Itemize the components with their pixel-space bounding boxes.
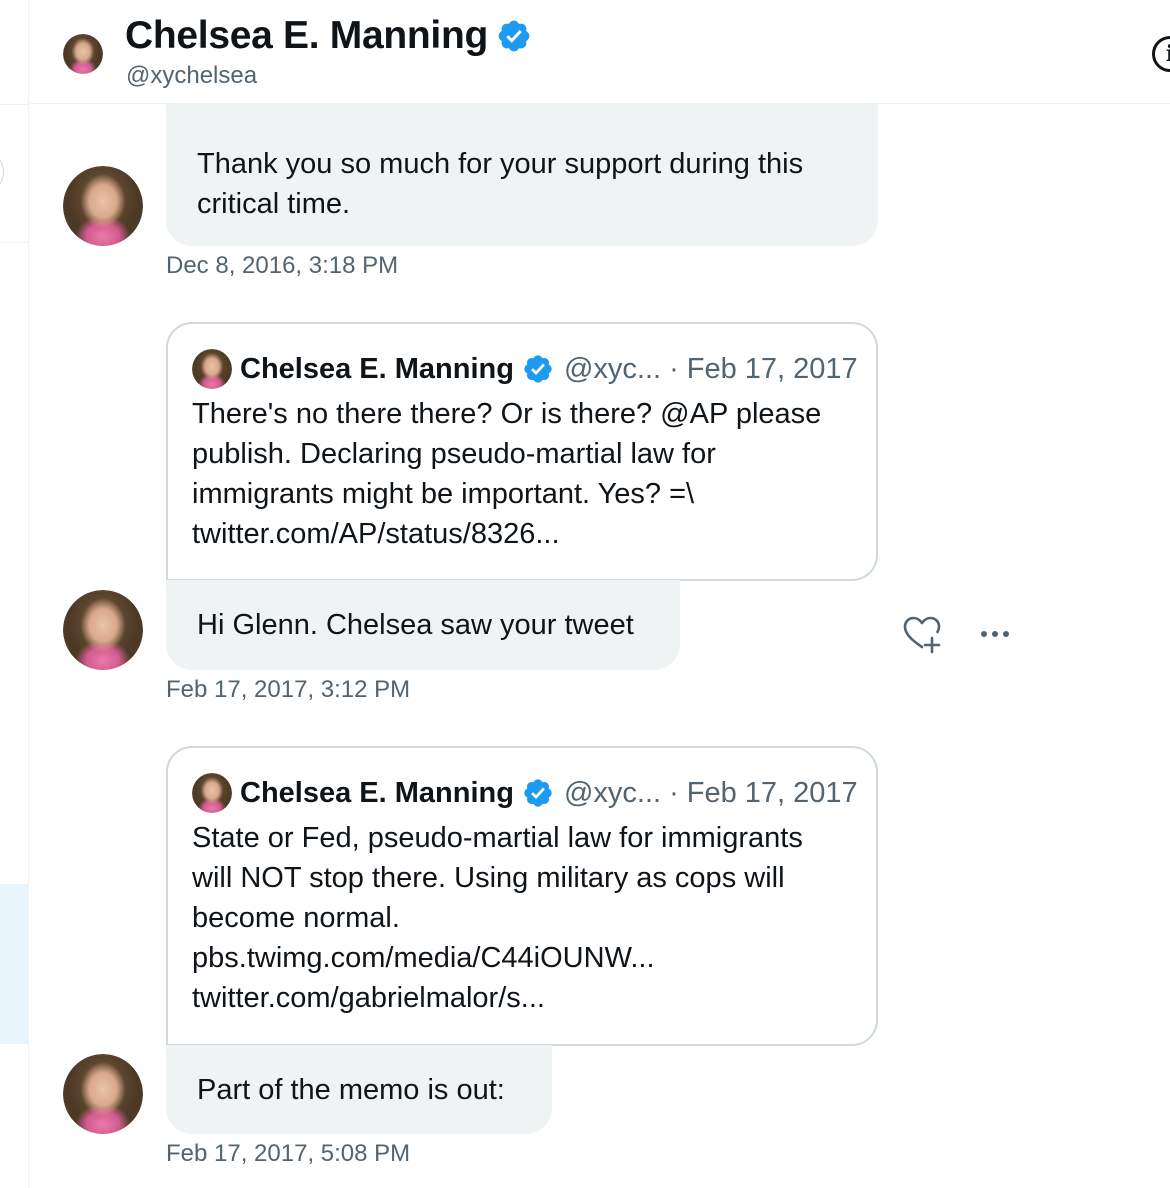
- message-timestamp: Feb 17, 2017, 3:12 PM: [166, 676, 411, 703]
- quoted-tweet-line: State or Fed, pseudo-martial law for imm…: [192, 822, 803, 854]
- quoted-tweet-line: become normal.: [192, 902, 400, 934]
- quoted-tweet-line: immigrants might be important. Yes? =\: [192, 478, 695, 510]
- verified-badge-icon: [524, 355, 552, 383]
- quoted-tweet-date: Feb 17, 2017: [686, 352, 858, 385]
- quoted-author-name: Chelsea E. Manning: [240, 352, 514, 385]
- info-icon[interactable]: i: [1152, 36, 1170, 72]
- message-bubble[interactable]: Hi Glenn. Chelsea saw your tweet: [166, 580, 680, 670]
- avatar: [192, 773, 232, 813]
- quoted-tweet-header: Chelsea E. Manning @xyc... · Feb 17, 201…: [192, 772, 858, 814]
- divider: [0, 104, 29, 105]
- verified-badge-icon: [524, 779, 552, 807]
- message-timestamp: Feb 17, 2017, 5:08 PM: [166, 1140, 411, 1167]
- message-bubble[interactable]: Thank you so much for your support durin…: [166, 104, 878, 246]
- avatar: [192, 349, 232, 389]
- message-bubble[interactable]: Part of the memo is out:: [166, 1045, 552, 1134]
- avatar[interactable]: [63, 34, 103, 74]
- message-timestamp: Dec 8, 2016, 3:18 PM: [166, 252, 399, 279]
- quoted-tweet-body: State or Fed, pseudo-martial law for imm…: [192, 818, 852, 1018]
- quoted-tweet-body: There's no there there? Or is there? @AP…: [192, 394, 852, 554]
- quoted-tweet-link[interactable]: twitter.com/gabrielmalor/s...: [192, 978, 852, 1018]
- quoted-tweet-line: There's no there there? Or is there? @AP…: [192, 398, 822, 430]
- quoted-tweet-card[interactable]: Chelsea E. Manning @xyc... · Feb 17, 201…: [166, 746, 878, 1046]
- heart-plus-icon[interactable]: [902, 614, 942, 654]
- header-name[interactable]: Chelsea E. Manning: [125, 14, 488, 58]
- avatar[interactable]: [63, 166, 143, 246]
- message-text: Hi Glenn. Chelsea saw your tweet: [197, 609, 634, 641]
- quoted-tweet-header: Chelsea E. Manning @xyc... · Feb 17, 201…: [192, 348, 858, 390]
- quoted-tweet-line: will NOT stop there. Using military as c…: [192, 862, 785, 894]
- more-horizontal-icon[interactable]: [975, 616, 1015, 652]
- separator-dot: ·: [669, 776, 679, 809]
- avatar[interactable]: [63, 590, 143, 670]
- conversation-header: Chelsea E. Manning @xychelsea i: [30, 0, 1170, 104]
- quoted-author-handle: @xyc...: [563, 776, 662, 809]
- quoted-tweet-date: Feb 17, 2017: [686, 776, 858, 809]
- quoted-tweet-card[interactable]: Chelsea E. Manning @xyc... · Feb 17, 201…: [166, 322, 878, 581]
- sidebar-selected-conversation[interactable]: [0, 884, 29, 1044]
- quoted-tweet-line: publish. Declaring pseudo-martial law fo…: [192, 438, 716, 470]
- header-name-row[interactable]: Chelsea E. Manning: [125, 14, 532, 58]
- quoted-author-handle: @xyc...: [563, 352, 662, 385]
- quoted-author-name: Chelsea E. Manning: [240, 776, 514, 809]
- divider: [0, 242, 29, 243]
- message-text: Part of the memo is out:: [197, 1073, 505, 1106]
- quoted-tweet-link[interactable]: twitter.com/AP/status/8326...: [192, 514, 852, 554]
- message-text-line: critical time.: [197, 188, 351, 220]
- avatar[interactable]: [63, 1054, 143, 1134]
- verified-badge-icon: [498, 20, 530, 52]
- quoted-tweet-link[interactable]: pbs.twimg.com/media/C44iOUNW...: [192, 938, 852, 978]
- separator-dot: ·: [669, 352, 679, 385]
- header-handle[interactable]: @xychelsea: [126, 62, 257, 90]
- message-text-line: Thank you so much for your support durin…: [197, 148, 804, 180]
